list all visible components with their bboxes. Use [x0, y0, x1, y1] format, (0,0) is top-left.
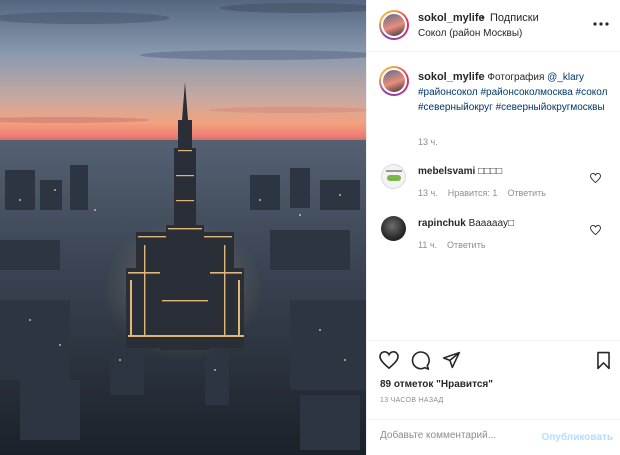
caption-mention[interactable]: @_klary	[547, 72, 584, 83]
separator-dot: •	[481, 12, 485, 24]
comment-body: Вааааау□	[465, 218, 514, 229]
comment-input[interactable]	[380, 430, 530, 441]
heart-icon[interactable]	[379, 350, 399, 374]
commenter-avatar[interactable]	[381, 216, 406, 241]
hashtag[interactable]: #северныйокруг	[418, 102, 493, 113]
hashtag[interactable]: #районсоколмосква	[480, 87, 572, 98]
reply-button[interactable]: Ответить	[447, 240, 485, 250]
comment-time[interactable]: 11 ч.	[418, 240, 437, 250]
comment-meta: 11 ч. Ответить	[418, 240, 496, 250]
share-icon[interactable]	[442, 351, 461, 374]
post-timestamp[interactable]: 13 ЧАСОВ НАЗАД	[380, 397, 444, 404]
heart-icon[interactable]	[590, 170, 601, 188]
caption-body: Фотография	[484, 72, 548, 83]
post-actions: 89 отметок "Нравится" 13 ЧАСОВ НАЗАД Опу…	[367, 340, 620, 455]
post-sidebar: sokol_mylife • Подписки Сокол (район Мос…	[366, 0, 620, 455]
comment-time[interactable]: 13 ч.	[418, 188, 438, 198]
comment-body: □□□□	[475, 166, 503, 177]
add-comment-bar: Опубликовать	[367, 419, 620, 455]
comment-text: rapinchuk Вааааау□	[418, 218, 514, 229]
post-location[interactable]: Сокол (район Москвы)	[418, 28, 522, 39]
bookmark-icon[interactable]	[596, 351, 611, 375]
comment-meta: 13 ч. Нравится: 1 Ответить	[418, 188, 556, 198]
author-avatar[interactable]	[379, 10, 409, 40]
caption-text: sokol_mylife Фотография @_klary #районсо…	[418, 70, 613, 115]
author-username[interactable]: sokol_mylife	[418, 12, 485, 24]
post-photo[interactable]	[0, 0, 366, 455]
comment-likes[interactable]: Нравится: 1	[448, 188, 498, 198]
caption-avatar[interactable]	[379, 66, 409, 96]
comment-icon[interactable]	[411, 351, 430, 375]
commenter-username[interactable]: mebelsvami	[418, 166, 475, 177]
commenter-username[interactable]: rapinchuk	[418, 218, 466, 229]
comment-item: mebelsvami □□□□ 13 ч. Нравится: 1 Ответить	[367, 160, 620, 204]
comment-text: mebelsvami □□□□	[418, 166, 502, 177]
hashtag[interactable]: #районсокол	[418, 87, 478, 98]
post-header: sokol_mylife • Подписки Сокол (район Мос…	[367, 0, 620, 52]
reply-button[interactable]: Ответить	[507, 188, 545, 198]
moscow-skyline-photo	[0, 0, 366, 455]
more-horizontal-icon[interactable]	[593, 14, 609, 29]
caption-username[interactable]: sokol_mylife	[418, 71, 485, 83]
hashtag[interactable]: #северныйокругмосквы	[496, 102, 605, 113]
following-button[interactable]: Подписки	[490, 12, 539, 24]
comment-item: rapinchuk Вааааау□ 11 ч. Ответить	[367, 214, 620, 258]
caption-timestamp[interactable]: 13 ч.	[418, 137, 438, 147]
likes-count[interactable]: 89 отметок "Нравится"	[380, 379, 493, 390]
heart-icon[interactable]	[590, 222, 601, 240]
publish-button[interactable]: Опубликовать	[542, 432, 613, 443]
hashtag[interactable]: #сокол	[576, 87, 608, 98]
commenter-avatar[interactable]	[381, 164, 406, 189]
